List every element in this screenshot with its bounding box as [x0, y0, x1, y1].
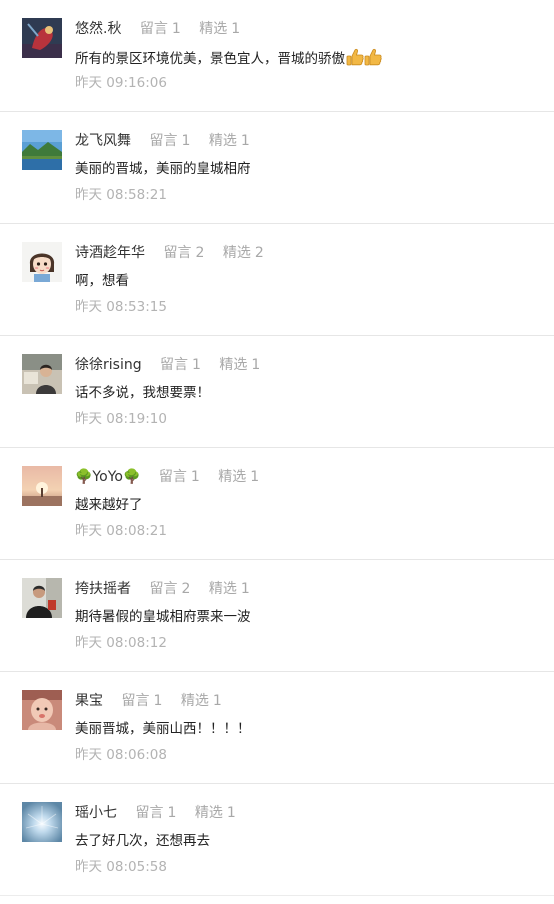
nickname[interactable]: 🌳YoYo🌳 [75, 469, 140, 485]
comment-content: 越来越好了 [75, 496, 143, 514]
comment-content: 所有的景区环境优美，景色宜人，晋城的骄傲 [75, 48, 382, 71]
reply-label: 留言 [149, 581, 178, 597]
reply-count: 1 [167, 805, 177, 821]
painting-avatar[interactable] [22, 18, 62, 58]
reply-stat: 留言 1 [135, 805, 176, 821]
reply-stat: 留言 1 [160, 357, 201, 373]
reply-count: 2 [195, 245, 205, 261]
reply-label: 留言 [149, 133, 178, 149]
pick-count: 2 [254, 245, 264, 261]
pick-stat: 精选 1 [195, 805, 236, 821]
pick-count: 1 [231, 21, 241, 37]
comment-item: 挎扶摇者 留言 2 精选 1 期待暑假的皇城相府票来一波 昨天 08:08:12 [0, 560, 554, 672]
pick-stat: 精选 1 [209, 581, 250, 597]
reply-label: 留言 [163, 245, 192, 261]
comment-time: 昨天 08:58:21 [75, 187, 167, 203]
reply-stat: 留言 1 [140, 21, 181, 37]
reply-label: 留言 [139, 21, 168, 37]
comment-content: 期待暑假的皇城相府票来一波 [75, 608, 251, 626]
pick-count: 1 [251, 357, 261, 373]
nickname[interactable]: 龙飞风舞 [75, 133, 131, 149]
pick-count: 1 [226, 805, 236, 821]
comment-text: 话不多说，我想要票！ [75, 385, 210, 401]
reply-count: 2 [181, 581, 191, 597]
pick-label: 精选 [222, 245, 251, 261]
pick-stat: 精选 1 [219, 357, 260, 373]
comment-text: 越来越好了 [75, 497, 143, 513]
pick-stat: 精选 2 [223, 245, 264, 261]
comment-text: 美丽的晋城，美丽的皇城相府 [75, 161, 251, 177]
pick-label: 精选 [180, 693, 209, 709]
nickname[interactable]: 诗酒趁年华 [75, 245, 145, 261]
pick-label: 精选 [218, 469, 247, 485]
comment-time: 昨天 08:08:12 [75, 635, 167, 651]
person-avatar[interactable] [22, 578, 62, 618]
reply-count: 1 [190, 469, 200, 485]
reply-label: 留言 [121, 693, 150, 709]
comment-text: 美丽晋城，美丽山西！！！！ [75, 721, 251, 737]
reply-stat: 留言 2 [149, 581, 190, 597]
reply-stat: 留言 1 [159, 469, 200, 485]
pick-stat: 精选 1 [218, 469, 259, 485]
nickname[interactable]: 悠然.秋 [75, 21, 121, 37]
nickname[interactable]: 徐徐rising [75, 357, 142, 373]
pick-stat: 精选 1 [181, 693, 222, 709]
cartoon-girl-avatar[interactable] [22, 242, 62, 282]
reply-count: 1 [171, 21, 181, 37]
reply-label: 留言 [135, 805, 164, 821]
reply-label: 留言 [158, 469, 187, 485]
photo-avatar[interactable] [22, 354, 62, 394]
baby-avatar[interactable] [22, 690, 62, 730]
comment-time: 昨天 08:05:58 [75, 859, 167, 875]
nickname[interactable]: 瑶小七 [75, 805, 117, 821]
comment-item: 悠然.秋 留言 1 精选 1 所有的景区环境优美，景色宜人，晋城的骄傲 昨天 09:… [0, 0, 554, 112]
reply-stat: 留言 1 [121, 693, 162, 709]
comment-text: 期待暑假的皇城相府票来一波 [75, 609, 251, 625]
comment-item: 瑶小七 留言 1 精选 1 去了好几次，还想再去 昨天 08:05:58 [0, 784, 554, 896]
comment-content: 美丽的晋城，美丽的皇城相府 [75, 160, 251, 178]
pick-count: 1 [212, 693, 222, 709]
sunset-avatar[interactable] [22, 466, 62, 506]
reply-count: 1 [181, 133, 191, 149]
pick-label: 精选 [208, 133, 237, 149]
pick-label: 精选 [199, 21, 228, 37]
comment-list: 悠然.秋 留言 1 精选 1 所有的景区环境优美，景色宜人，晋城的骄傲 昨天 09:… [0, 0, 554, 896]
comment-item: 🌳YoYo🌳 留言 1 精选 1 越来越好了 昨天 08:08:21 [0, 448, 554, 560]
pick-label: 精选 [194, 805, 223, 821]
comment-text: 所有的景区环境优美，景色宜人，晋城的骄傲 [75, 51, 345, 67]
nickname[interactable]: 果宝 [75, 693, 103, 709]
comment-time: 昨天 09:16:06 [75, 75, 167, 91]
comment-content: 话不多说，我想要票！ [75, 384, 210, 402]
reply-stat: 留言 1 [149, 133, 190, 149]
comment-time: 昨天 08:06:08 [75, 747, 167, 763]
landscape-avatar[interactable] [22, 130, 62, 170]
comment-content: 去了好几次，还想再去 [75, 832, 210, 850]
comment-time: 昨天 08:53:15 [75, 299, 167, 315]
comment-item: 诗酒趁年华 留言 2 精选 2 啊，想看 昨天 08:53:15 [0, 224, 554, 336]
comment-item: 龙飞风舞 留言 1 精选 1 美丽的晋城，美丽的皇城相府 昨天 08:58:21 [0, 112, 554, 224]
pick-count: 1 [250, 469, 260, 485]
reply-stat: 留言 2 [163, 245, 204, 261]
pick-stat: 精选 1 [209, 133, 250, 149]
comment-time: 昨天 08:08:21 [75, 523, 167, 539]
comment-time: 昨天 08:19:10 [75, 411, 167, 427]
pick-label: 精选 [208, 581, 237, 597]
pick-count: 1 [240, 581, 250, 597]
comment-item: 果宝 留言 1 精选 1 美丽晋城，美丽山西！！！！ 昨天 08:06:08 [0, 672, 554, 784]
comment-content: 美丽晋城，美丽山西！！！！ [75, 720, 251, 738]
nickname[interactable]: 挎扶摇者 [75, 581, 131, 597]
pick-stat: 精选 1 [199, 21, 240, 37]
sky-light-avatar[interactable] [22, 802, 62, 842]
reply-count: 1 [153, 693, 163, 709]
thumbs-up-icon [346, 48, 382, 71]
comment-content: 啊，想看 [75, 272, 129, 290]
pick-count: 1 [240, 133, 250, 149]
reply-count: 1 [192, 357, 201, 373]
comment-text: 啊，想看 [75, 273, 129, 289]
pick-label: 精选 [219, 357, 248, 373]
reply-label: 留言 [160, 357, 189, 373]
comment-text: 去了好几次，还想再去 [75, 833, 210, 849]
comment-item: 徐徐rising 留言 1 精选 1 话不多说，我想要票！ 昨天 08:19:10 [0, 336, 554, 448]
